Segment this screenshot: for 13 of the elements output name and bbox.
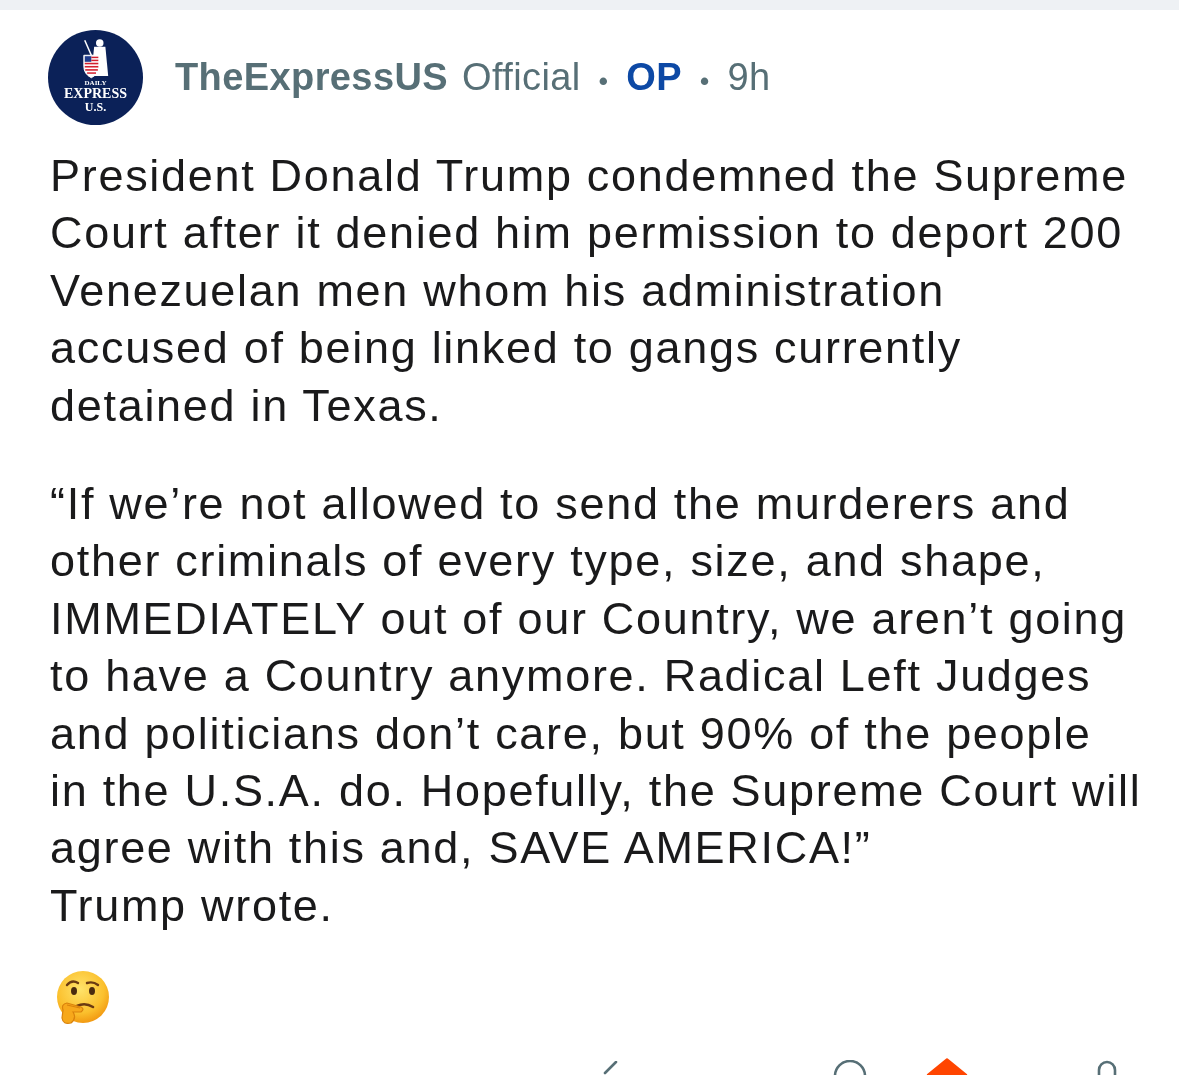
author-name[interactable]: TheExpressUS bbox=[175, 56, 449, 99]
separator-dot: • bbox=[699, 66, 710, 97]
post-time: 9h bbox=[727, 56, 771, 99]
author-flair: Official bbox=[462, 56, 581, 99]
upvote-arrow-icon[interactable] bbox=[926, 1058, 968, 1075]
logo-text: U.S. bbox=[84, 101, 107, 113]
separator-dot: • bbox=[598, 66, 609, 97]
post-paragraph: President Donald Trump condemned the Supreme Court after it denied him permission to deport 200 Venezuelan men whom his administration accused of being linked to gangs currently detained in Texas. bbox=[50, 149, 1128, 433]
logo-text: EXPRESS bbox=[64, 87, 127, 101]
op-label: OP bbox=[626, 56, 682, 99]
award-icon[interactable] bbox=[833, 1060, 867, 1075]
post-paragraph: “If we’re not allowed to send the murderers and other criminals of every type, size, and shape, IMMEDIATELY out of our Country, we aren’t going to have a Country anymore. Radical Left Judges and politicians don’t care, but 90% of the people in the U.S.A. do. Hopefully, the Supreme Court will agree with this and, SAVE AMERICA!” Trump wrote. bbox=[50, 477, 1142, 933]
shield-figure-drawing bbox=[80, 38, 111, 80]
